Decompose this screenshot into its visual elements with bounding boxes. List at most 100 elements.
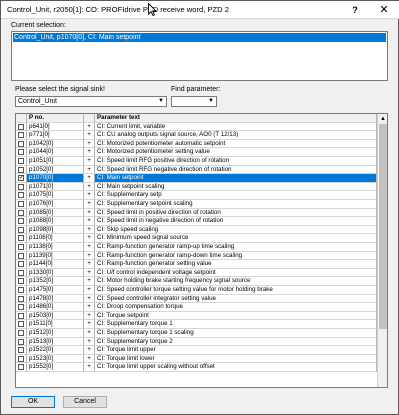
expand-plus-icon[interactable]: +: [84, 234, 95, 243]
row-checkbox[interactable]: [18, 330, 24, 336]
help-button[interactable]: ?: [345, 3, 365, 17]
row-checkbox[interactable]: [18, 235, 24, 242]
row-checkbox[interactable]: [18, 166, 24, 173]
row-checkbox[interactable]: [18, 158, 24, 164]
row-checkbox[interactable]: [18, 269, 24, 276]
expand-plus-icon[interactable]: +: [84, 131, 95, 140]
table-row[interactable]: p771[0] + CI: CU analog outputs signal sou…: [16, 131, 377, 140]
row-checkbox[interactable]: [18, 312, 24, 319]
expand-plus-icon[interactable]: +: [84, 191, 95, 200]
row-checkbox[interactable]: [18, 201, 24, 207]
signal-sink-dropdown[interactable]: Control_Unit ▼: [15, 96, 167, 107]
table-row[interactable]: p1486[0] + CI: Droop compensation torque: [16, 303, 377, 312]
row-checkbox[interactable]: [18, 252, 24, 259]
expand-plus-icon[interactable]: +: [84, 303, 95, 312]
row-checkbox[interactable]: [18, 183, 24, 190]
close-button[interactable]: ✕: [373, 3, 395, 17]
table-row[interactable]: p1042[0] + CI: Motorized potentiometer aut…: [16, 139, 377, 149]
table-row[interactable]: p1139[0] + CI: Ramp-function generator ram…: [16, 251, 377, 261]
row-checkbox[interactable]: [18, 218, 24, 225]
expand-plus-icon[interactable]: +: [84, 294, 95, 304]
table-row[interactable]: p1552[0] + CI: Torque limit upper scaling …: [16, 363, 377, 372]
row-checkbox[interactable]: [18, 140, 24, 147]
expand-plus-icon[interactable]: +: [84, 311, 95, 321]
table-row[interactable]: p1044[0] + CI: Motorized potentiometer set…: [16, 148, 377, 157]
table-row[interactable]: p1511[0] + CI: Supplementary torque 1: [16, 320, 377, 329]
row-checkbox[interactable]: [18, 364, 24, 371]
current-selection-box[interactable]: Control_Unit, p1070[0], CI: Main setpoin…: [11, 31, 388, 81]
expand-plus-icon[interactable]: +: [84, 174, 95, 183]
row-checkbox[interactable]: [18, 321, 24, 328]
expand-plus-icon[interactable]: +: [84, 157, 95, 166]
expand-plus-icon[interactable]: +: [84, 268, 95, 278]
expand-plus-icon[interactable]: +: [84, 277, 95, 286]
expand-plus-icon[interactable]: +: [84, 148, 95, 157]
expand-plus-icon[interactable]: +: [84, 286, 95, 295]
row-checkbox[interactable]: [18, 149, 24, 156]
table-row[interactable]: p1052[0] + CI: Speed limit RFG negative di…: [16, 165, 377, 175]
find-parameter-dropdown[interactable]: ▼: [171, 96, 217, 107]
expand-plus-icon[interactable]: +: [84, 200, 95, 209]
title-bar[interactable]: Control_Unit, r2050[1]: CO: PROFIdrive P…: [1, 1, 399, 19]
row-checkbox[interactable]: [18, 226, 24, 233]
expand-plus-icon[interactable]: +: [84, 251, 95, 261]
row-checkbox[interactable]: [18, 355, 24, 362]
row-checkbox[interactable]: [18, 287, 24, 293]
chevron-down-icon[interactable]: ▼: [156, 97, 166, 106]
expand-plus-icon[interactable]: +: [84, 320, 95, 329]
table-row[interactable]: p1478[0] + CI: Speed controller integrator…: [16, 294, 377, 304]
scroll-thumb[interactable]: [379, 124, 387, 329]
expand-plus-icon[interactable]: +: [84, 217, 95, 226]
expand-plus-icon[interactable]: +: [84, 243, 95, 252]
current-selection-item[interactable]: Control_Unit, p1070[0], CI: Main setpoin…: [13, 33, 386, 42]
row-checkbox[interactable]: [18, 338, 24, 345]
table-row[interactable]: p1352[0] + CI: Motor holding brake startin…: [16, 277, 377, 286]
expand-plus-icon[interactable]: +: [84, 354, 95, 364]
vertical-scrollbar[interactable]: ▲: [377, 114, 387, 387]
table-row[interactable]: p1098[0] + CI: Skip speed scaling: [16, 225, 377, 235]
row-checkbox[interactable]: [18, 295, 24, 302]
table-row[interactable]: p1106[0] + CI: Minimum speed signal source: [16, 234, 377, 243]
ok-button[interactable]: OK: [11, 396, 55, 408]
expand-plus-icon[interactable]: +: [84, 208, 95, 218]
table-row[interactable]: p1523[0] + CI: Torque limit lower: [16, 354, 377, 364]
table-row[interactable]: p1076[0] + CI: Supplementary setpoint scal…: [16, 200, 377, 209]
table-row[interactable]: p1088[0] + CI: Speed limit in negative dir…: [16, 217, 377, 226]
expand-plus-icon[interactable]: +: [84, 260, 95, 269]
expand-plus-icon[interactable]: +: [84, 346, 95, 355]
header-pno[interactable]: P no.: [27, 114, 84, 123]
table-row[interactable]: p1522[0] + CI: Torque limit upper: [16, 346, 377, 355]
expand-plus-icon[interactable]: +: [84, 122, 95, 132]
expand-plus-icon[interactable]: +: [84, 363, 95, 372]
chevron-down-icon[interactable]: ▼: [206, 97, 216, 106]
row-checkbox[interactable]: [18, 347, 24, 354]
table-row[interactable]: p1512[0] + CI: Supplementary torque 1 scal…: [16, 329, 377, 338]
expand-plus-icon[interactable]: +: [84, 182, 95, 192]
header-parameter-text[interactable]: Parameter text: [95, 114, 377, 123]
expand-plus-icon[interactable]: +: [84, 337, 95, 347]
expand-plus-icon[interactable]: +: [84, 225, 95, 235]
table-row[interactable]: p641[0] + CI: Current limit, variable: [16, 122, 377, 132]
row-checkbox[interactable]: [18, 244, 24, 250]
row-checkbox[interactable]: [18, 209, 24, 216]
row-checkbox[interactable]: [18, 132, 24, 139]
table-row[interactable]: p1051[0] + CI: Speed limit RFG positive di…: [16, 157, 377, 166]
table-row[interactable]: p1503[0] + CI: Torque setpoint: [16, 311, 377, 321]
row-checkbox[interactable]: [18, 278, 24, 285]
expand-plus-icon[interactable]: +: [84, 329, 95, 338]
table-row[interactable]: p1330[0] + CI: U/f control independent vol…: [16, 268, 377, 278]
row-checkbox[interactable]: [18, 123, 24, 130]
table-row[interactable]: p1138[0] + CI: Ramp-function generator ram…: [16, 243, 377, 252]
table-row[interactable]: p1513[0] + CI: Supplementary torque 2: [16, 337, 377, 347]
cancel-button[interactable]: Cancel: [63, 396, 107, 408]
table-row[interactable]: p1075[0] + CI: Supplementary setp: [16, 191, 377, 200]
row-checkbox[interactable]: [18, 304, 24, 311]
table-row[interactable]: p1144[0] + CI: Ramp-function generator set…: [16, 260, 377, 269]
scroll-up-icon[interactable]: ▲: [378, 114, 387, 124]
row-checkbox[interactable]: [18, 261, 24, 268]
row-checkbox[interactable]: ✓: [18, 175, 24, 182]
table-row[interactable]: p1071[0] + CI: Main setpoint scaling: [16, 182, 377, 192]
expand-plus-icon[interactable]: +: [84, 165, 95, 175]
table-row[interactable]: ✓ p1070[0] + CI: Main setpoint: [16, 174, 377, 183]
table-row[interactable]: p1475[0] + CI: Speed controller torque set…: [16, 286, 377, 295]
